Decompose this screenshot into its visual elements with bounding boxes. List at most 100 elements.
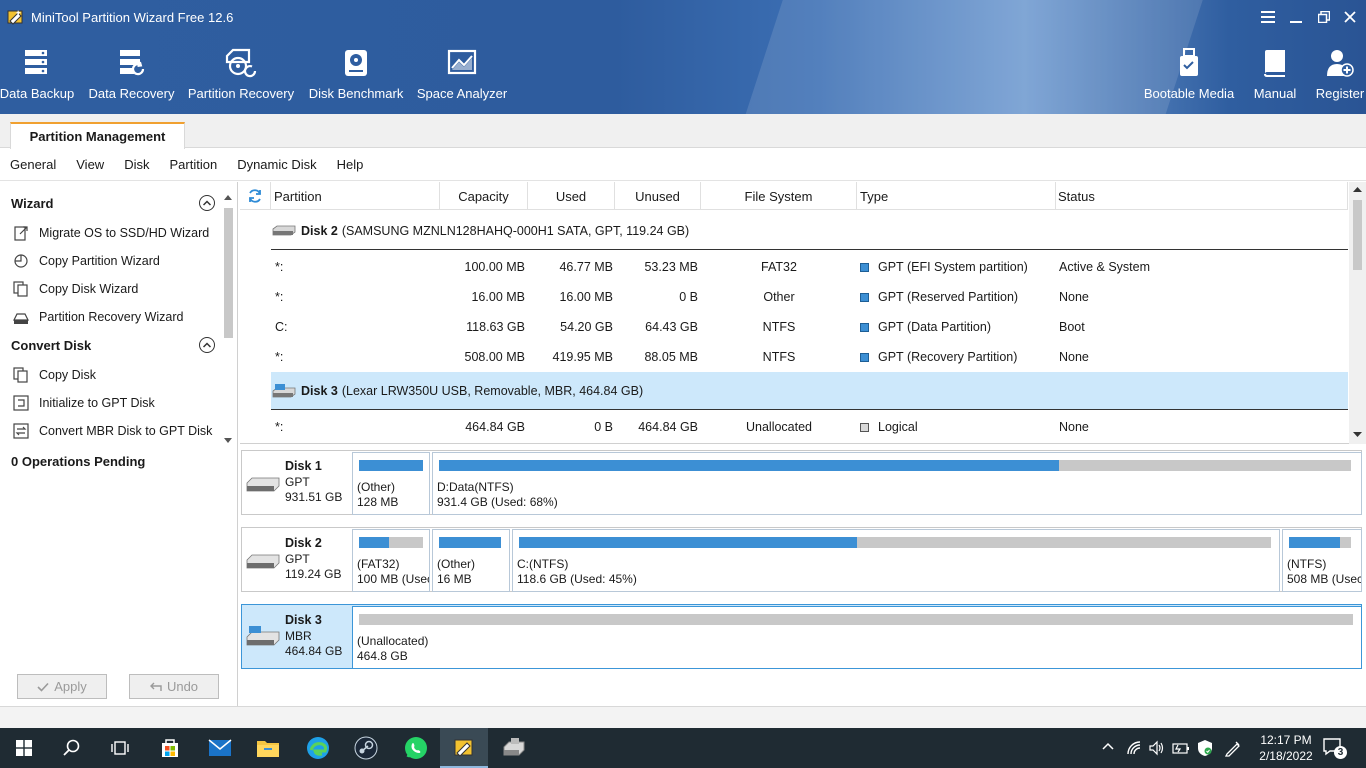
partition-block[interactable]: (NTFS) 508 MB (Usec [1282,529,1362,592]
microsoft-store-button[interactable] [146,728,194,768]
table-row[interactable]: *: 508.00 MB 419.95 MB 88.05 MB NTFS GPT… [240,342,1348,372]
steam-button[interactable] [342,728,390,768]
data-recovery-button[interactable]: Data Recovery [89,48,175,101]
disk-map-disk-2[interactable]: Disk 2 GPT 119.24 GB (FAT32) 100 MB (Use… [241,527,1362,592]
col-partition[interactable]: Partition [271,182,440,210]
clock-date: 2/18/2022 [1259,749,1313,763]
chevron-up-icon[interactable] [1102,742,1114,750]
partition-block[interactable]: (Other) 16 MB [432,529,510,592]
convert-disk-collapse-button[interactable] [199,337,215,353]
space-analyzer-button[interactable]: Space Analyzer [417,48,507,101]
bootable-media-label: Bootable Media [1143,86,1235,101]
whatsapp-button[interactable] [392,728,440,768]
convert-mbr-gpt-item[interactable]: Convert MBR Disk to GPT Disk [13,423,212,439]
menu-dynamic-disk[interactable]: Dynamic Disk [237,157,316,172]
disk-map-disk-3[interactable]: Disk 3 MBR 464.84 GB (Unallocated) 464.8… [241,604,1362,669]
menu-help[interactable]: Help [337,157,364,172]
unused-cell: 0 B [679,290,698,304]
bootable-media-button[interactable]: Bootable Media [1144,48,1234,101]
menu-view[interactable]: View [76,157,104,172]
col-status[interactable]: Status [1056,182,1348,210]
minimize-button[interactable] [1282,6,1310,28]
register-button[interactable]: Register [1316,48,1364,101]
menu-hamburger-button[interactable] [1254,6,1282,28]
col-unused[interactable]: Unused [615,182,701,210]
scroll-up-arrow-icon [1353,187,1362,192]
volume-icon[interactable] [1149,740,1165,756]
partition-block[interactable]: (Other) 128 MB [352,452,430,515]
copy-disk-wizard-item[interactable]: Copy Disk Wizard [13,281,138,297]
disk-map-disk-1[interactable]: Disk 1 GPT 931.51 GB (Other) 128 MB D:Da… [241,450,1362,515]
action-panel-scrollbar[interactable] [221,192,235,448]
col-capacity[interactable]: Capacity [440,182,528,210]
capacity-cell: 508.00 MB [464,350,525,364]
col-file-system[interactable]: File System [701,182,857,210]
file-system-cell: Unallocated [745,420,812,434]
partition-table: Partition Capacity Used Unused File Syst… [240,182,1366,444]
disk-3-row[interactable]: Disk 3 (Lexar LRW350U USB, Removable, MB… [271,372,1348,410]
disk-benchmark-button[interactable]: Disk Benchmark [309,48,403,101]
mail-button[interactable] [196,728,244,768]
menu-disk[interactable]: Disk [124,157,149,172]
table-row[interactable]: *: 16.00 MB 16.00 MB 0 B Other GPT (Rese… [240,282,1348,312]
col-type[interactable]: Type [857,182,1056,210]
file-system-cell: NTFS [762,350,796,364]
table-row[interactable]: *: 464.84 GB 0 B 464.84 GB Unallocated L… [240,412,1348,442]
undo-arrow-icon [149,682,162,691]
partition-block[interactable]: C:(NTFS) 118.6 GB (Used: 45%) [512,529,1280,592]
status-cell: None [1059,350,1089,364]
hamburger-icon [1261,11,1275,23]
used-cell: 16.00 MB [559,290,613,304]
start-button[interactable] [0,728,48,768]
unused-cell: 64.43 GB [645,320,698,334]
wifi-icon[interactable] [1126,740,1142,756]
disk-2-row[interactable]: Disk 2 (SAMSUNG MZNLN128HAHQ-000H1 SATA,… [271,212,1348,250]
usage-fill [359,460,423,471]
clock[interactable]: 12:17 PM 2/18/2022 [1256,732,1316,764]
manual-button[interactable]: Manual [1254,48,1296,101]
usage-fill [439,537,501,548]
table-scrollbar[interactable] [1349,182,1366,444]
partition-size: 931.4 GB (Used: 68%) [437,495,558,509]
data-backup-button[interactable]: Data Backup [0,48,74,101]
edge-button[interactable] [294,728,342,768]
table-row[interactable]: C: 118.63 GB 54.20 GB 64.43 GB NTFS GPT … [240,312,1348,342]
menu-partition[interactable]: Partition [169,157,217,172]
partition-recovery-button[interactable]: Partition Recovery [188,48,294,101]
task-view-button[interactable] [96,728,144,768]
partition-block[interactable]: (Unallocated) 464.8 GB [352,606,1362,669]
partition-block[interactable]: (FAT32) 100 MB (Usec [352,529,430,592]
copy-partition-wizard-item[interactable]: Copy Partition Wizard [13,253,160,269]
partition-label: (NTFS) [1287,557,1327,571]
pen-icon[interactable] [1224,739,1242,757]
scrollbar-thumb[interactable] [1353,200,1362,270]
battery-icon[interactable] [1172,740,1190,756]
partition-recovery-wizard-item[interactable]: Partition Recovery Wizard [13,309,184,325]
initialize-gpt-item[interactable]: Initialize to GPT Disk [13,395,155,411]
partition-wizard-taskbar-button[interactable] [440,728,488,768]
restore-button[interactable] [1310,6,1338,28]
hard-disk-icon [246,554,280,569]
search-button[interactable] [48,728,96,768]
col-used[interactable]: Used [528,182,615,210]
undo-button[interactable]: Undo [129,674,219,699]
scrollbar-thumb[interactable] [224,208,233,338]
tab-partition-management[interactable]: Partition Management [10,122,185,149]
close-button[interactable] [1336,6,1364,28]
file-explorer-button[interactable] [244,728,292,768]
disk-tool-taskbar-button[interactable] [490,728,538,768]
migrate-os-wizard-item[interactable]: Migrate OS to SSD/HD Wizard [13,225,209,241]
usage-fill [519,537,858,548]
used-cell: 54.20 GB [560,320,613,334]
table-row[interactable]: *: 100.00 MB 46.77 MB 53.23 MB FAT32 GPT… [240,252,1348,282]
partition-size: 16 MB [437,572,472,586]
menu-general[interactable]: General [10,157,56,172]
partition-block[interactable]: D:Data(NTFS) 931.4 GB (Used: 68%) [432,452,1362,515]
wizard-collapse-button[interactable] [199,195,215,211]
refresh-button[interactable] [240,182,271,210]
used-cell: 419.95 MB [552,350,613,364]
apply-button[interactable]: Apply [17,674,107,699]
notification-center-button[interactable]: 3 [1322,736,1347,760]
copy-disk-item[interactable]: Copy Disk [13,367,96,383]
security-shield-icon[interactable] [1197,739,1213,757]
